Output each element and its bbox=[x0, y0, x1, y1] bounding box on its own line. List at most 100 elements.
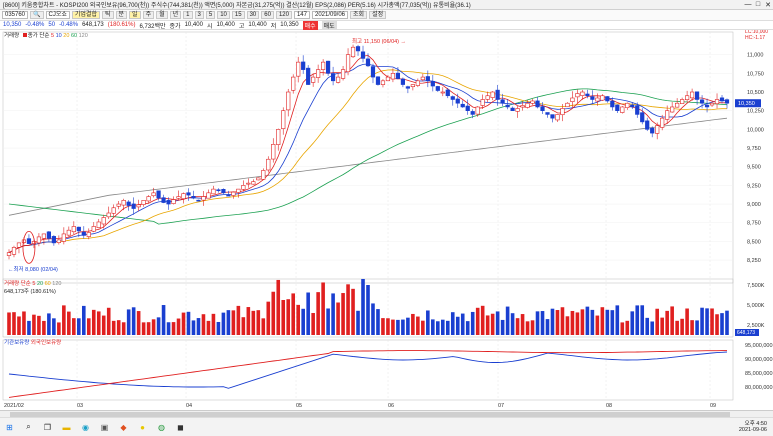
candle-body bbox=[620, 106, 625, 113]
period-tick[interactable]: 틱 bbox=[101, 11, 114, 19]
volume-bar bbox=[57, 322, 61, 335]
period-year[interactable]: 년 bbox=[169, 11, 182, 19]
minute-10[interactable]: 10 bbox=[217, 11, 230, 19]
volume-bar bbox=[436, 321, 440, 335]
candle-body bbox=[271, 143, 276, 160]
settings-button[interactable]: 설정 bbox=[369, 11, 387, 19]
price-axis-label: 9,250 bbox=[747, 183, 761, 189]
volume-bar bbox=[111, 320, 116, 335]
volume-bar bbox=[27, 320, 31, 335]
volume-bar bbox=[316, 292, 320, 335]
close-button[interactable]: ✕ bbox=[763, 1, 773, 9]
period-minute[interactable]: 분 bbox=[115, 11, 128, 19]
candle-body bbox=[311, 76, 316, 83]
candle-body bbox=[226, 194, 231, 197]
candle-body bbox=[635, 105, 640, 115]
candle-body bbox=[415, 80, 420, 86]
volume-axis-label: 5,000K bbox=[747, 303, 765, 309]
sell-button[interactable]: 매도 bbox=[321, 20, 337, 30]
system-clock[interactable]: 오후 4:50 2021-09-06 bbox=[739, 421, 773, 434]
candle-body bbox=[630, 104, 635, 108]
price-axis-top-label: HC:-1.17 bbox=[745, 35, 765, 41]
volume-bar bbox=[216, 321, 221, 335]
minute-15[interactable]: 15 bbox=[231, 11, 245, 19]
candle-body bbox=[301, 61, 306, 70]
holdings-axis-label: 85,000,000 bbox=[745, 371, 773, 377]
candle-body bbox=[709, 102, 715, 106]
candle-body bbox=[111, 207, 116, 214]
candle-body bbox=[600, 95, 605, 101]
candle-body bbox=[330, 73, 336, 82]
period-day[interactable]: 일 bbox=[129, 11, 141, 19]
minimize-button[interactable]: — bbox=[743, 1, 753, 9]
store-icon[interactable]: ▣ bbox=[99, 422, 110, 433]
volume-bar bbox=[620, 322, 625, 335]
candle-body bbox=[211, 188, 216, 195]
chart-area[interactable]: 11,000 10,750 10,500 10,250 10,000 9,750 9,500… bbox=[0, 30, 773, 403]
volume-bar bbox=[386, 318, 390, 335]
candle-body bbox=[291, 76, 296, 91]
candle-body bbox=[585, 93, 590, 97]
minute-5[interactable]: 5 bbox=[205, 11, 216, 19]
windows-icon[interactable]: ⊞ bbox=[4, 422, 15, 433]
volume-bar bbox=[505, 306, 510, 335]
volume-bar bbox=[495, 311, 500, 335]
candle-body bbox=[685, 95, 690, 101]
chrome-icon[interactable]: ◍ bbox=[156, 422, 167, 433]
price-legend: 거래량 종가 단순 5 10 20 60 120 bbox=[4, 31, 88, 39]
file-explorer-icon[interactable]: ▬ bbox=[61, 422, 72, 433]
close-label: 종가 bbox=[169, 23, 181, 30]
volume-bar bbox=[86, 318, 91, 335]
period-month[interactable]: 월 bbox=[156, 11, 168, 19]
search-icon[interactable]: 🔍 bbox=[30, 11, 44, 19]
count-input[interactable]: 147 bbox=[293, 11, 310, 19]
date-input[interactable]: 2021/09/06 bbox=[311, 11, 349, 19]
office-icon[interactable]: ◆ bbox=[118, 422, 129, 433]
minute-30[interactable]: 30 bbox=[246, 11, 260, 19]
edge-icon[interactable]: ◉ bbox=[80, 422, 91, 433]
horizontal-scrollbar[interactable] bbox=[0, 410, 773, 417]
volume-bar bbox=[186, 311, 191, 335]
candle-body bbox=[171, 199, 176, 204]
volume-bar bbox=[356, 310, 360, 335]
query-button[interactable]: 조회 bbox=[350, 11, 368, 19]
volume-bar bbox=[361, 278, 365, 335]
buy-button[interactable]: 매수 bbox=[302, 20, 318, 30]
minute-3[interactable]: 3 bbox=[194, 11, 204, 19]
candle-body bbox=[6, 252, 12, 256]
minute-1[interactable]: 1 bbox=[183, 11, 193, 19]
minute-120[interactable]: 120 bbox=[275, 11, 292, 19]
volume-bar bbox=[545, 319, 550, 335]
candle-body bbox=[615, 104, 620, 111]
candle-body bbox=[440, 91, 445, 94]
volume-bar bbox=[246, 307, 251, 335]
stock-name-field[interactable]: CJ오쇼 bbox=[45, 11, 70, 19]
legend-foreign: 외국인보유량 bbox=[30, 340, 62, 346]
candle-body bbox=[395, 72, 401, 79]
maximize-button[interactable]: □ bbox=[753, 1, 763, 9]
mode-button[interactable]: 기업결합 bbox=[71, 11, 100, 19]
app-icon[interactable]: ◼ bbox=[175, 422, 186, 433]
candle-body bbox=[645, 120, 650, 130]
task-view-icon[interactable]: ❐ bbox=[42, 422, 53, 433]
chat-icon[interactable]: ● bbox=[137, 422, 148, 433]
stock-code-input[interactable]: 035760 bbox=[2, 11, 29, 19]
volume-bar bbox=[650, 321, 655, 335]
volume-bar bbox=[480, 305, 485, 335]
minute-60[interactable]: 60 bbox=[261, 11, 274, 19]
candle-body bbox=[724, 99, 730, 104]
candle-body bbox=[316, 69, 321, 78]
candle-body bbox=[246, 182, 251, 185]
candle-body bbox=[455, 98, 460, 104]
volume-bar bbox=[141, 322, 146, 335]
volume-tag-text: 648,173 bbox=[737, 330, 755, 336]
candle-body bbox=[410, 84, 415, 88]
legend-institution: 기관보유량 bbox=[4, 340, 30, 346]
volume-bar bbox=[490, 313, 495, 335]
period-week[interactable]: 주 bbox=[142, 11, 155, 19]
price-axis-label: 8,500 bbox=[747, 239, 761, 245]
volume-bar bbox=[196, 318, 201, 335]
volume-bar bbox=[695, 320, 699, 335]
search-icon[interactable]: ⌕ bbox=[23, 422, 34, 433]
candle-body bbox=[196, 199, 201, 202]
